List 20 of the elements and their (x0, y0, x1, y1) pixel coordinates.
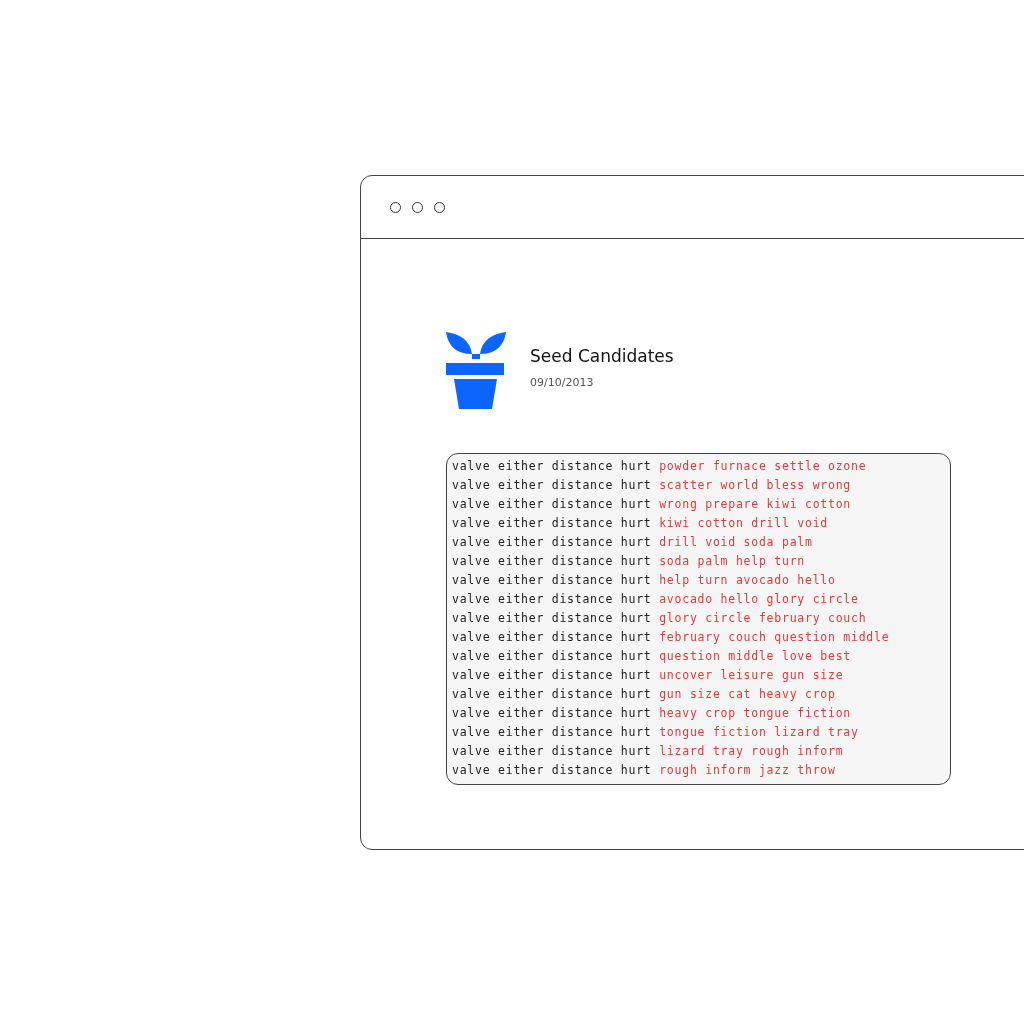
code-line: valve either distance hurt soda palm help turn (452, 553, 806, 570)
code-line: valve either distance hurt help turn avocado hello (452, 572, 837, 589)
code-line: valve either distance hurt avocado hello glory circle (452, 591, 860, 608)
code-line: valve either distance hurt uncover leisure gun size (452, 667, 845, 684)
potted-plant-icon (446, 332, 506, 409)
code-line: valve either distance hurt drill void soda palm (452, 534, 814, 551)
code-line: valve either distance hurt scatter world bless wrong (452, 477, 853, 494)
code-line: valve either distance hurt february couch question middle (452, 629, 891, 646)
document-date: 09/10/2013 (530, 376, 595, 389)
code-line: valve either distance hurt kiwi cotton drill void (452, 515, 829, 532)
code-line: valve either distance hurt wrong prepare kiwi cotton (452, 496, 853, 513)
code-line: valve either distance hurt powder furnace settle ozone (452, 458, 868, 475)
code-line: valve either distance hurt gun size cat heavy crop (452, 686, 837, 703)
code-line: valve either distance hurt lizard tray rough inform (452, 743, 845, 760)
document-title: Seed Candidates (530, 346, 674, 366)
code-line: valve either distance hurt tongue fiction lizard tray (452, 724, 860, 741)
code-line: valve either distance hurt heavy crop tongue fiction (452, 705, 853, 722)
code-line: valve either distance hurt rough inform jazz throw (452, 762, 837, 779)
code-line: valve either distance hurt question middle love best (452, 648, 853, 665)
code-line: valve either distance hurt glory circle february couch (452, 610, 868, 627)
